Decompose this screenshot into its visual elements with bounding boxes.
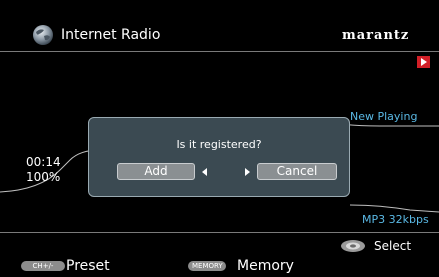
now-playing-label: New Playing xyxy=(350,110,418,123)
select-label: Select xyxy=(374,239,412,253)
preset-label: Preset xyxy=(66,258,110,274)
cancel-button[interactable]: Cancel xyxy=(257,163,337,180)
dialog-question: Is it registered? xyxy=(176,138,262,151)
arrow-right-icon xyxy=(245,168,250,176)
memory-key-icon: MEMORY xyxy=(188,261,226,271)
brand-logo: marantz xyxy=(342,28,410,43)
add-button[interactable]: Add xyxy=(117,163,195,180)
header-divider xyxy=(0,51,439,52)
register-dialog: Is it registered? Add Cancel xyxy=(88,117,350,197)
source-title: Internet Radio xyxy=(61,27,161,43)
volume-level: 100% xyxy=(26,170,61,184)
memory-label: Memory xyxy=(237,258,294,274)
footer-divider xyxy=(0,232,439,233)
screen: Internet Radio marantz New Playing 00:14… xyxy=(0,0,439,277)
arrow-left-icon xyxy=(202,168,207,176)
cursor-pad-icon xyxy=(341,240,365,252)
stream-format: MP3 32kbps xyxy=(362,213,429,226)
elapsed-time: 00:14 xyxy=(26,155,61,169)
ch-key-icon: CH+/- xyxy=(21,261,65,271)
globe-icon xyxy=(33,25,53,45)
play-icon xyxy=(417,56,430,68)
header: Internet Radio marantz xyxy=(0,0,439,48)
